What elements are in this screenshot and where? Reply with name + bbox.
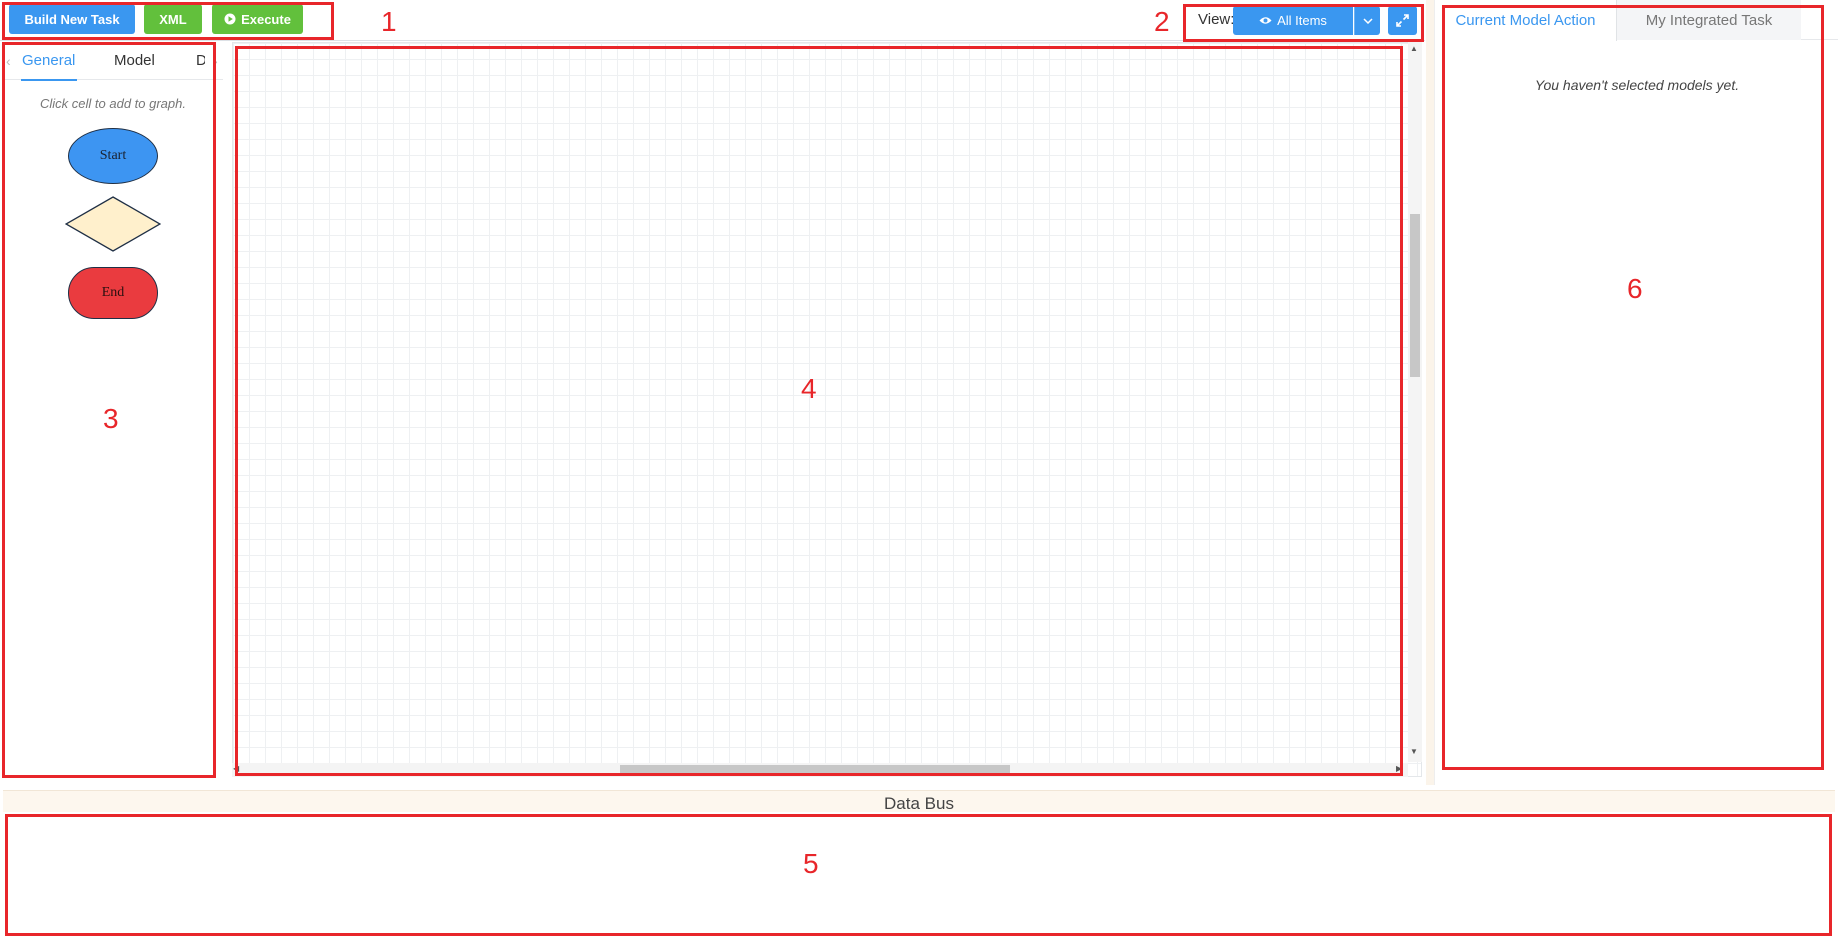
tab-current-model-action-label: Current Model Action [1455,12,1596,29]
scroll-down-icon[interactable]: ▼ [1410,747,1418,756]
execute-button[interactable]: Execute [212,4,303,34]
start-shape-label: Start [99,148,127,163]
tab-model[interactable]: Model [114,52,155,69]
data-bus-title: Data Bus [884,794,954,813]
fullscreen-button[interactable] [1388,6,1417,35]
scroll-up-icon[interactable]: ▲ [1410,44,1418,53]
canvas-horizontal-scrollbar[interactable]: ◀ ▶ [232,763,1408,777]
tab-general[interactable]: General [22,52,75,69]
chevron-down-icon [1362,17,1373,24]
annotation-marker-6: 6 [1627,273,1643,304]
build-new-task-button[interactable]: Build New Task [9,4,135,34]
tab-general-label: General [22,52,76,69]
graph-canvas[interactable] [232,42,1422,777]
horizontal-scroll-thumb[interactable] [620,765,1010,775]
annotation-marker-4: 4 [801,373,817,404]
annotation-marker-3: 3 [103,403,119,434]
eye-icon [1259,16,1272,25]
decision-shape[interactable] [64,196,162,252]
canvas-vertical-scrollbar[interactable]: ▲ ▼ [1408,42,1422,762]
palette-hint: Click cell to add to graph. [40,96,186,111]
annotation-marker-1: 1 [381,6,397,37]
end-shape-label: End [101,285,125,300]
right-panel: Current Model Action My Integrated Task … [1434,0,1838,785]
tab-scroll-left-icon[interactable]: ‹ [6,53,11,69]
build-new-task-label: Build New Task [24,11,120,27]
execute-label: Execute [241,11,291,27]
xml-label: XML [159,11,187,27]
tab-model-label: Model [114,52,155,69]
scroll-left-icon[interactable]: ◀ [233,764,239,773]
no-models-message: You haven't selected models yet. [1534,77,1740,93]
tab-data-label: D [196,52,205,69]
tab-my-integrated-task-label: My Integrated Task [1645,11,1773,29]
end-shape[interactable]: End [68,267,158,319]
tab-current-model-action[interactable]: Current Model Action [1435,0,1617,41]
tab-data[interactable]: D [196,52,205,69]
tab-my-integrated-task[interactable]: My Integrated Task [1617,0,1801,40]
annotation-marker-2: 2 [1154,6,1170,37]
view-selected-label: All Items [1277,13,1327,28]
data-bus-area[interactable] [7,815,1831,935]
scroll-right-icon[interactable]: ▶ [1396,764,1402,773]
right-panel-gutter [1426,0,1434,785]
tab-scroll-right-icon[interactable]: › [213,53,218,69]
start-shape[interactable]: Start [68,128,158,184]
expand-icon [1396,14,1409,27]
annotation-marker-5: 5 [803,848,819,879]
tab-active-underline [21,79,77,81]
view-dropdown-toggle[interactable] [1354,6,1380,35]
xml-button[interactable]: XML [144,4,202,34]
play-circle-icon [224,13,236,25]
vertical-scroll-thumb[interactable] [1410,214,1420,377]
view-select-button[interactable]: All Items [1233,6,1353,35]
view-label: View: [1198,11,1235,28]
toolbar-divider [0,40,1425,41]
